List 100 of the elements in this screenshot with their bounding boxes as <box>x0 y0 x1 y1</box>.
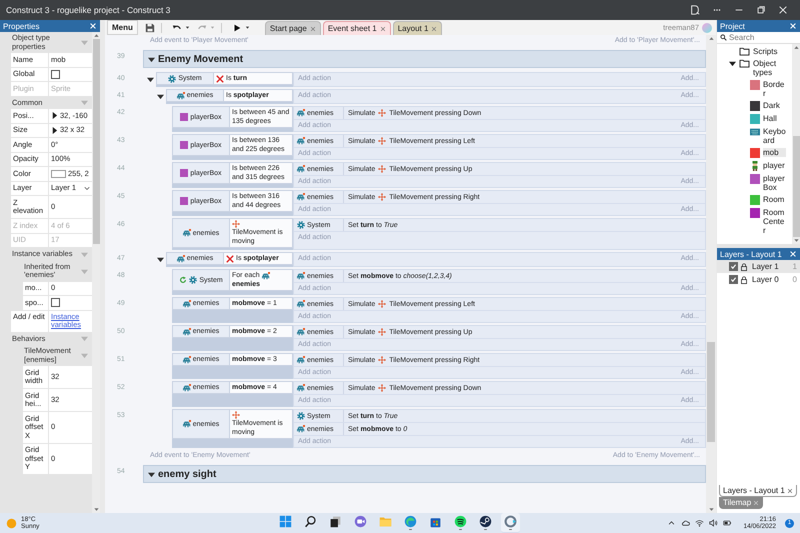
steam-circle-icon[interactable] <box>479 514 492 528</box>
tab-label: Start page <box>270 24 307 33</box>
tree-item[interactable]: Keyboard <box>763 126 786 144</box>
search-icon <box>720 34 727 41</box>
arrows-icon <box>378 328 386 336</box>
arrows-icon <box>378 137 386 145</box>
lock-icon[interactable] <box>740 262 748 270</box>
tree-item[interactable]: Border <box>763 80 786 98</box>
document-tab[interactable]: Start page <box>264 21 321 35</box>
panel-tab[interactable]: Tilemap <box>719 497 764 509</box>
caret-icon[interactable] <box>184 25 190 30</box>
menu-button[interactable]: Menu <box>107 20 138 35</box>
ring-app-icon[interactable] <box>504 514 517 528</box>
chevron-up-icon[interactable] <box>667 519 676 527</box>
windows-start-icon[interactable] <box>279 514 292 528</box>
windows-stack-icon[interactable] <box>329 514 342 528</box>
scrollbar-thumb[interactable] <box>707 342 715 442</box>
lock-icon[interactable] <box>740 276 748 284</box>
swirl-icon[interactable] <box>404 514 417 528</box>
checkbox[interactable] <box>51 298 60 308</box>
cloud-icon[interactable] <box>681 519 690 527</box>
save-icon[interactable] <box>144 22 155 32</box>
music-circle-icon[interactable] <box>454 514 467 528</box>
tree-item[interactable]: player <box>763 160 786 170</box>
panel-tab[interactable]: Layers - Layout 1 <box>719 485 797 497</box>
folder-icon <box>739 58 750 68</box>
tab-label: Layers - Layout 1 <box>723 486 785 495</box>
document-tab[interactable]: Event sheet 1 <box>322 21 391 35</box>
invader-icon <box>182 229 191 237</box>
layer-row[interactable]: Layer 0 0 <box>717 273 800 286</box>
scrollbar[interactable] <box>92 32 100 513</box>
caret-icon[interactable] <box>244 25 250 30</box>
wifi-icon[interactable] <box>695 519 704 527</box>
invader-icon <box>297 300 305 308</box>
collapse-triangle-icon[interactable] <box>148 470 155 478</box>
collapse-triangle-icon[interactable] <box>148 56 155 62</box>
close-icon[interactable] <box>786 488 793 494</box>
search-icon[interactable] <box>304 514 317 528</box>
scroll-up-icon[interactable] <box>792 44 800 51</box>
group-title: enemy sight <box>158 468 216 480</box>
tab-label: Event sheet 1 <box>328 24 377 33</box>
invader-icon <box>297 272 305 280</box>
chevron-icon[interactable] <box>84 185 90 192</box>
tree-item[interactable]: mob <box>763 148 786 156</box>
gear-icon <box>189 276 198 284</box>
scrollbar-thumb[interactable] <box>792 136 800 237</box>
arrows-icon <box>378 193 386 201</box>
square-icon <box>180 141 188 149</box>
video-chat-icon[interactable] <box>354 514 367 528</box>
tab-label: Layout 1 <box>398 24 428 33</box>
restore-icon[interactable] <box>756 5 766 15</box>
invader-icon <box>297 328 305 336</box>
scrollbar[interactable] <box>792 44 800 244</box>
invader-icon <box>182 328 191 336</box>
tree-item[interactable]: Hall <box>763 114 786 122</box>
pen-icon[interactable] <box>690 5 700 15</box>
invader-icon <box>297 137 305 145</box>
scrollbar[interactable] <box>706 35 716 513</box>
expand-triangle-icon[interactable] <box>729 60 736 66</box>
search-field[interactable]: Search <box>729 33 789 42</box>
arrows-icon <box>378 165 386 173</box>
arrows-icon <box>378 300 386 308</box>
layer-row[interactable]: Layer 1 1 <box>717 260 800 273</box>
color-swatch[interactable] <box>51 170 66 178</box>
group-header[interactable]: Enemy Movement <box>143 50 706 68</box>
arrows-icon <box>378 356 386 364</box>
arrows-icon <box>378 384 386 392</box>
document-tab[interactable]: Layout 1 <box>392 21 442 35</box>
collapse-triangle-icon[interactable] <box>157 93 164 100</box>
invader-icon <box>262 272 270 280</box>
group-header[interactable]: enemy sight <box>143 465 706 483</box>
tree-item[interactable]: Room <box>763 194 786 204</box>
square-icon <box>180 169 188 177</box>
layer-name: Layer 0 <box>751 275 780 284</box>
invader-icon <box>182 384 191 392</box>
checkbox[interactable] <box>729 275 738 284</box>
invader-icon <box>176 254 185 262</box>
invader-icon <box>182 420 191 428</box>
tree-item[interactable]: playerBox <box>763 174 786 192</box>
layer-count: 0 <box>792 275 797 284</box>
layer-count: 1 <box>792 262 797 271</box>
play-icon[interactable] <box>232 22 242 32</box>
battery-icon[interactable] <box>723 519 732 527</box>
scrollbar-thumb[interactable] <box>92 39 100 244</box>
tree-item[interactable]: RoomCenter <box>763 208 786 234</box>
panel-title: Properties <box>3 22 40 30</box>
checkbox[interactable] <box>51 70 60 79</box>
invader-icon <box>297 193 305 201</box>
speaker-icon[interactable] <box>709 519 718 527</box>
tree-item[interactable]: Object types <box>753 58 792 76</box>
layer-name: Layer 1 <box>751 262 780 271</box>
collapse-triangle-icon[interactable] <box>147 76 154 83</box>
invader-icon <box>297 384 305 392</box>
tree-item[interactable]: Dark <box>763 100 786 110</box>
tree-item[interactable]: Scripts <box>753 46 778 56</box>
invader-icon <box>297 109 305 117</box>
checkbox[interactable] <box>729 262 738 271</box>
keyboard-icon <box>750 126 760 136</box>
panel-title: Layers - Layout 1 <box>720 250 783 258</box>
collapse-triangle-icon[interactable] <box>157 256 164 263</box>
